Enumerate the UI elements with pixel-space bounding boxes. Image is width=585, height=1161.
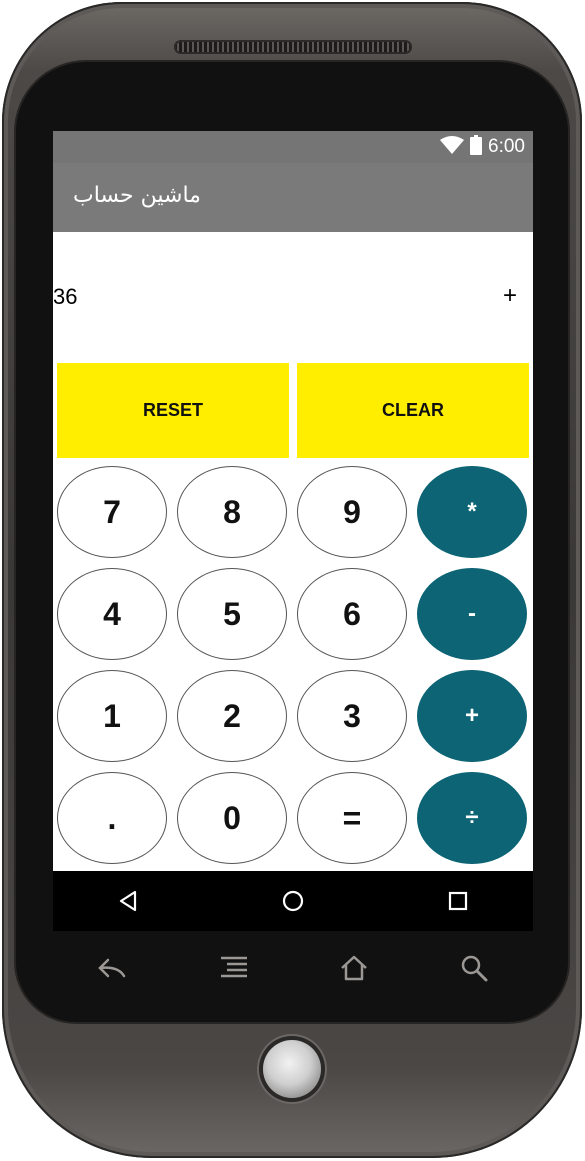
key-0[interactable]: 0 xyxy=(177,772,287,864)
key-6[interactable]: 6 xyxy=(297,568,407,660)
key-1[interactable]: 1 xyxy=(57,670,167,762)
search-icon[interactable] xyxy=(454,950,494,986)
key-9[interactable]: 9 xyxy=(297,466,407,558)
display-operator: + xyxy=(502,282,517,309)
reset-button[interactable]: RESET xyxy=(57,363,289,458)
back-arrow-icon[interactable] xyxy=(92,950,132,986)
key-multiply[interactable]: * xyxy=(417,466,527,558)
recents-square-icon[interactable] xyxy=(443,886,473,916)
clear-button[interactable]: CLEAR xyxy=(297,363,529,458)
key-4[interactable]: 4 xyxy=(57,568,167,660)
app-title: ماشین حساب xyxy=(73,183,201,208)
earpiece-speaker xyxy=(174,40,412,54)
key-equals[interactable]: = xyxy=(297,772,407,864)
hardware-home-button[interactable] xyxy=(263,1040,321,1098)
key-subtract[interactable]: - xyxy=(417,568,527,660)
key-decimal[interactable]: . xyxy=(57,772,167,864)
display-number: 36 xyxy=(53,284,78,309)
back-triangle-icon[interactable] xyxy=(113,886,143,916)
app-bar: ماشین حساب xyxy=(53,163,533,232)
key-5[interactable]: 5 xyxy=(177,568,287,660)
key-add[interactable]: + xyxy=(417,670,527,762)
key-divide[interactable]: ÷ xyxy=(417,772,527,864)
navigation-bar xyxy=(53,871,533,931)
status-bar: 6:00 xyxy=(53,131,533,163)
key-3[interactable]: 3 xyxy=(297,670,407,762)
key-8[interactable]: 8 xyxy=(177,466,287,558)
home-icon[interactable] xyxy=(334,950,374,986)
wifi-icon xyxy=(440,135,465,159)
phone-screen: 6:00 ماشین حساب 36 + RESET CLEAR 7 8 9 *… xyxy=(53,131,533,931)
key-2[interactable]: 2 xyxy=(177,670,287,762)
home-circle-icon[interactable] xyxy=(278,886,308,916)
battery-icon xyxy=(470,134,483,160)
status-time: 6:00 xyxy=(488,136,525,157)
keypad: 7 8 9 * 4 5 6 - 1 2 3 + . 0 = ÷ xyxy=(53,464,533,870)
calculator-display: 36 + xyxy=(53,232,533,360)
key-7[interactable]: 7 xyxy=(57,466,167,558)
menu-icon[interactable] xyxy=(214,950,254,986)
